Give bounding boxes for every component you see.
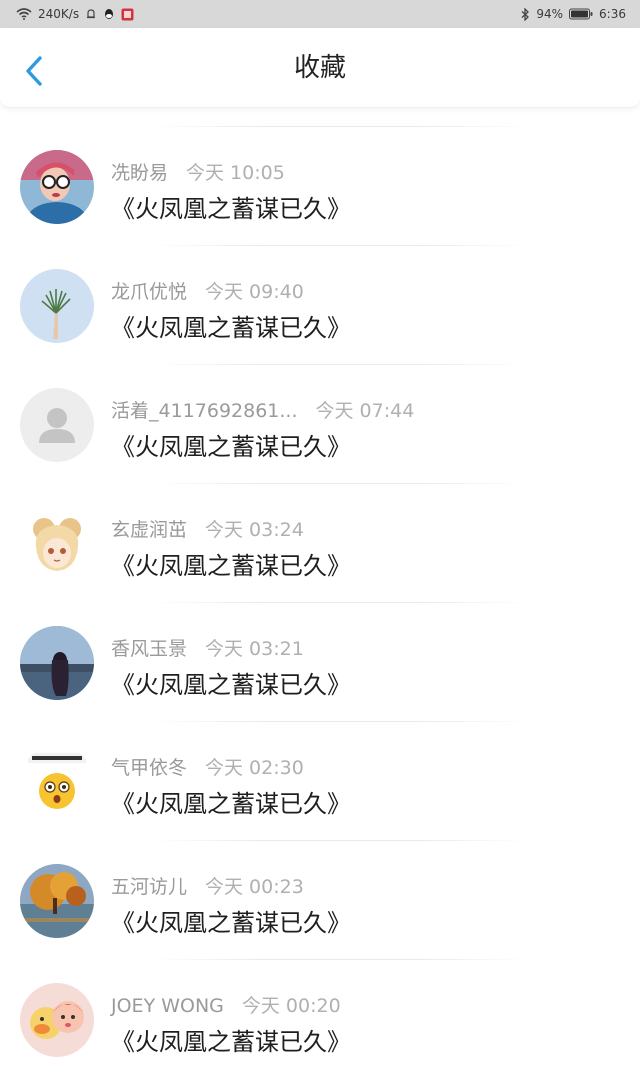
favorite-title: 《火凤凰之蓄谋已久》 bbox=[111, 671, 351, 699]
battery-icon bbox=[569, 8, 593, 20]
timestamp: 今天 00:20 bbox=[241, 995, 341, 1017]
favorite-item[interactable]: 气甲依冬 今天 02:30 《火凤凰之蓄谋已久》 bbox=[0, 722, 640, 840]
timestamp: 今天 07:44 bbox=[315, 400, 415, 422]
favorite-item[interactable]: 冼盼易 今天 10:05 《火凤凰之蓄谋已久》 bbox=[0, 127, 640, 245]
timestamp: 今天 03:24 bbox=[205, 519, 304, 541]
username: 五河访儿 bbox=[111, 876, 188, 898]
avatar[interactable] bbox=[20, 388, 94, 462]
avatar[interactable] bbox=[20, 983, 94, 1057]
favorite-title: 《火凤凰之蓄谋已久》 bbox=[111, 433, 351, 461]
timestamp: 今天 02:30 bbox=[205, 757, 304, 779]
favorite-item[interactable]: 龙爪优悦 今天 09:40 《火凤凰之蓄谋已久》 bbox=[0, 246, 640, 364]
favorite-item[interactable]: 玄虚润茁 今天 03:24 《火凤凰之蓄谋已久》 bbox=[0, 484, 640, 602]
timestamp: 今天 09:40 bbox=[205, 281, 304, 303]
username: 气甲依冬 bbox=[111, 757, 188, 779]
favorites-list: 冼盼易 今天 10:05 《火凤凰之蓄谋已久》 龙爪优悦 今天 09:40 《火凤凰… bbox=[0, 126, 640, 1078]
username: 活着_4117692861... bbox=[111, 400, 298, 422]
header-bar: 收藏 bbox=[0, 28, 640, 108]
timestamp: 今天 10:05 bbox=[186, 162, 285, 184]
wifi-icon bbox=[16, 8, 32, 20]
app-notification-icon bbox=[121, 8, 134, 21]
notification-bell-icon bbox=[85, 8, 97, 20]
timestamp: 今天 00:23 bbox=[205, 876, 304, 898]
favorite-title: 《火凤凰之蓄谋已久》 bbox=[111, 314, 351, 342]
username: 冼盼易 bbox=[111, 162, 169, 184]
username: 龙爪优悦 bbox=[111, 281, 188, 303]
favorite-title: 《火凤凰之蓄谋已久》 bbox=[111, 552, 351, 580]
favorite-item[interactable]: 五河访儿 今天 00:23 《火凤凰之蓄谋已久》 bbox=[0, 841, 640, 959]
favorite-title: 《火凤凰之蓄谋已久》 bbox=[111, 790, 351, 818]
avatar[interactable] bbox=[20, 626, 94, 700]
timestamp: 今天 03:21 bbox=[205, 638, 304, 660]
battery-percent: 94% bbox=[536, 7, 564, 21]
favorite-item[interactable]: JOEY WONG 今天 00:20 《火凤凰之蓄谋已久》 bbox=[0, 960, 640, 1078]
back-button[interactable] bbox=[18, 54, 52, 88]
username: 玄虚润茁 bbox=[111, 519, 188, 541]
favorite-title: 《火凤凰之蓄谋已久》 bbox=[111, 1028, 351, 1056]
username: JOEY WONG bbox=[111, 995, 224, 1017]
clock: 6:36 bbox=[599, 7, 626, 21]
chevron-left-icon bbox=[26, 56, 42, 86]
avatar[interactable] bbox=[20, 150, 94, 224]
favorite-title: 《火凤凰之蓄谋已久》 bbox=[111, 909, 351, 937]
favorite-item[interactable]: 活着_4117692861... 今天 07:44 《火凤凰之蓄谋已久》 bbox=[0, 365, 640, 483]
avatar[interactable] bbox=[20, 507, 94, 581]
qq-icon bbox=[103, 8, 115, 20]
avatar[interactable] bbox=[20, 864, 94, 938]
avatar[interactable] bbox=[20, 269, 94, 343]
avatar[interactable] bbox=[20, 745, 94, 819]
favorite-title: 《火凤凰之蓄谋已久》 bbox=[111, 195, 351, 223]
bluetooth-icon bbox=[521, 7, 530, 21]
favorite-item[interactable]: 香风玉景 今天 03:21 《火凤凰之蓄谋已久》 bbox=[0, 603, 640, 721]
page-title: 收藏 bbox=[293, 53, 346, 83]
network-speed: 240K/s bbox=[38, 7, 80, 21]
status-bar: 240K/s 94% 6:36 bbox=[0, 0, 640, 28]
username: 香风玉景 bbox=[111, 638, 188, 660]
